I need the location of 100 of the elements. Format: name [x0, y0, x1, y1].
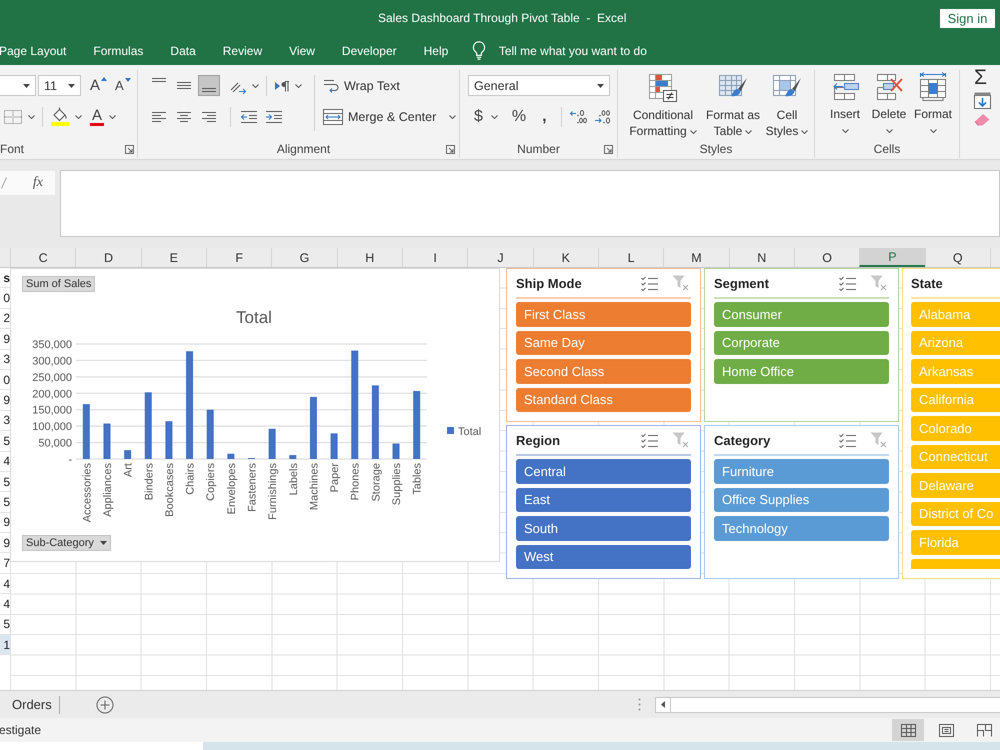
paint-bucket-icon [50, 107, 70, 126]
wrap-text-button[interactable]: Wrap Text [323, 75, 456, 96]
column-header[interactable]: E [140, 248, 206, 267]
sheet-tab[interactable]: Orders [0, 691, 59, 718]
dialog-launcher-icon[interactable] [446, 144, 455, 154]
group-label: Font [0, 142, 24, 156]
tell-me-search[interactable]: Tell me what you want to do [472, 36, 647, 65]
group-label: Number [517, 142, 560, 156]
x-axis-label: Fasteners [246, 463, 258, 512]
alignment-lines-icon [176, 82, 192, 89]
caret-icon [886, 129, 892, 133]
caret-icon [801, 130, 808, 134]
format-as-table-button[interactable]: Format as Table [704, 72, 762, 140]
dialog-launcher-icon[interactable] [604, 144, 613, 154]
caret-icon [75, 114, 82, 118]
autosum-button[interactable]: Σ [974, 68, 987, 88]
x-axis-label: Copiers [205, 463, 218, 501]
dropdown-arrow-icon [68, 84, 75, 88]
slicer-item[interactable]: East [516, 488, 691, 512]
delete-cells-button[interactable]: Delete [868, 72, 910, 140]
percent-style-button[interactable]: % [512, 106, 526, 127]
bar [124, 450, 132, 459]
normal-view-button[interactable] [892, 719, 924, 741]
add-sheet-icon[interactable] [96, 696, 114, 714]
column-header[interactable]: P [859, 248, 925, 267]
cell-styles-button[interactable]: Cell Styles [764, 72, 810, 140]
legend-label: Total [458, 426, 482, 438]
ribbon-tab[interactable]: Review [209, 36, 276, 65]
axis-field-button[interactable]: Sub-Category [22, 535, 111, 551]
ribbon-tab[interactable]: Page Layout [0, 36, 80, 65]
column-header[interactable]: F [206, 248, 272, 267]
font-color-button[interactable]: A [90, 106, 116, 127]
y-axis-label: 50,000 [38, 438, 72, 450]
decimal-right-arrow-icon [594, 108, 612, 124]
multi-select-icon[interactable] [839, 432, 856, 448]
x-axis-label: Accessories [81, 463, 94, 522]
ribbon-tab[interactable]: Developer [328, 36, 410, 65]
dropdown-arrow-icon [597, 84, 604, 88]
y-axis-label: - [68, 454, 72, 466]
currency-format-button[interactable]: $ [474, 106, 498, 127]
column-header[interactable]: G [271, 248, 337, 267]
ribbon-tab[interactable]: View [276, 36, 328, 65]
column-header[interactable]: Q [924, 248, 990, 267]
x-axis-label: Machines [308, 463, 320, 510]
merge-center-button[interactable]: Merge & Center [323, 106, 456, 127]
formula-input-field[interactable] [60, 170, 1000, 237]
value-field-button[interactable]: Sum of Sales [22, 276, 96, 292]
comma-style-button[interactable]: , [542, 106, 547, 127]
decimal-left-arrow-icon [569, 108, 588, 124]
group-label: Alignment [276, 142, 330, 156]
window-title: Sales Dashboard Through Pivot Table - Excel [378, 11, 626, 25]
dropdown-arrow-icon [23, 84, 30, 88]
vertical-dots-icon[interactable] [638, 698, 641, 711]
slicer-item[interactable]: South [516, 516, 691, 540]
insert-cells-button[interactable]: Insert [824, 72, 866, 140]
slicer-item[interactable]: Central [516, 459, 691, 484]
x-axis-label: Art [122, 463, 135, 478]
x-axis-label: Tables [412, 463, 424, 495]
bar [144, 392, 152, 459]
bar [289, 455, 296, 459]
column-header[interactable]: L [598, 248, 664, 267]
ribbon-tab[interactable]: Data [156, 36, 210, 65]
column-header[interactable]: K [532, 248, 598, 267]
x-axis-label: Labels [288, 463, 300, 496]
dialog-launcher-icon[interactable] [125, 144, 134, 154]
multi-select-icon[interactable] [641, 432, 658, 448]
sign-in-button[interactable]: Sign in [940, 8, 995, 28]
insert-function-button[interactable]: fx [32, 175, 43, 191]
column-header[interactable]: J [467, 248, 533, 267]
bar [268, 428, 276, 459]
paragraph-arrow-icon [274, 78, 290, 92]
column-header[interactable]: D [75, 248, 141, 267]
column-header[interactable]: N [728, 248, 794, 267]
format-cells-button[interactable]: Format [912, 72, 954, 140]
x-axis-label: Paper [329, 463, 342, 492]
grow-font-button[interactable]: A [90, 77, 108, 94]
column-header[interactable]: I [402, 248, 468, 267]
split-page-icon [976, 724, 992, 736]
bar [310, 396, 317, 459]
y-axis-label: 150,000 [32, 404, 72, 417]
ribbon-tab[interactable]: Help [410, 36, 462, 65]
table-cell: 1 [0, 635, 10, 656]
align-bottom-button[interactable] [198, 75, 220, 96]
x-axis-label: Storage [370, 463, 382, 502]
bar [413, 390, 420, 459]
alignment-lines-icon [176, 112, 192, 122]
column-header[interactable]: C [10, 248, 76, 267]
table-cell: 4 [0, 574, 10, 594]
column-header[interactable]: H [336, 248, 402, 267]
slicer-item[interactable]: West [516, 544, 691, 569]
multi-select-icon[interactable] [839, 276, 856, 290]
ribbon-tab[interactable]: Formulas [80, 36, 157, 65]
font-size-dropdown[interactable]: 11 [38, 75, 81, 96]
conditional-formatting-button[interactable]: Conditional Formatting [624, 72, 702, 140]
horizontal-scrollbar[interactable] [655, 696, 1000, 712]
column-header[interactable]: M [663, 248, 729, 267]
multi-select-icon[interactable] [641, 276, 658, 290]
number-format-dropdown[interactable]: General [468, 75, 610, 96]
shrink-font-button[interactable]: A [115, 78, 131, 93]
fill-color-button[interactable] [50, 106, 82, 127]
